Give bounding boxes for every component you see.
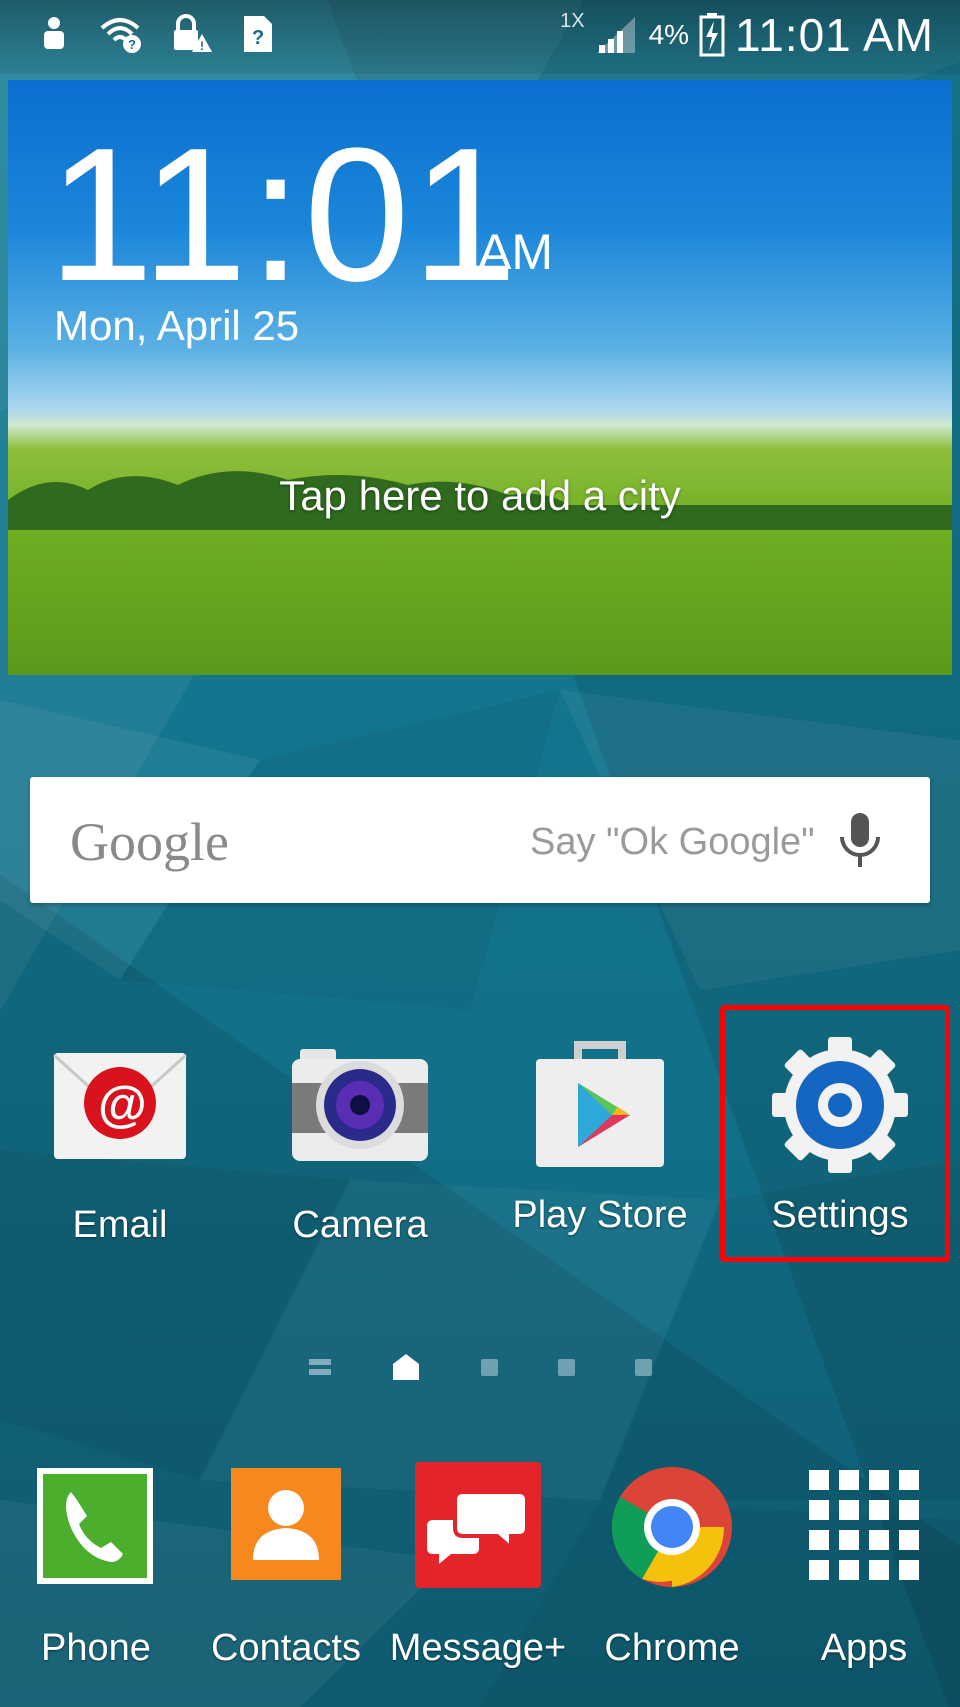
- svg-text:@: @: [98, 1076, 147, 1132]
- lock-warning-icon: !: [174, 14, 212, 53]
- signal-icon: [596, 17, 635, 53]
- page-indicator: [0, 1352, 960, 1382]
- chrome-icon: [611, 1467, 732, 1587]
- app-label: Play Store: [512, 1194, 688, 1236]
- sim-help-icon: ?: [244, 16, 272, 52]
- app-email[interactable]: @ Email: [20, 1045, 220, 1247]
- dock-label: Apps: [820, 1627, 908, 1669]
- settings-highlight-box: [720, 1005, 950, 1262]
- dock-contacts[interactable]: Contacts: [196, 1462, 376, 1670]
- message-icon: [415, 1462, 541, 1588]
- dock-label: Chrome: [604, 1627, 740, 1669]
- wifi-help-icon: ?: [100, 18, 141, 53]
- camera-icon: [292, 1049, 428, 1161]
- widget-time: 11:01: [48, 109, 520, 321]
- battery-percent: 4%: [648, 19, 690, 50]
- app-camera[interactable]: Camera: [260, 1045, 460, 1247]
- widget-date: Mon, April 25: [54, 302, 300, 349]
- app-play-store[interactable]: Play Store: [500, 1035, 700, 1237]
- apps-grid-icon: [809, 1470, 919, 1580]
- dock-chrome[interactable]: Chrome: [582, 1462, 762, 1670]
- page-dot[interactable]: [557, 1358, 575, 1376]
- app-label: Camera: [292, 1204, 428, 1246]
- email-icon: @: [52, 1053, 188, 1159]
- home-page-icon[interactable]: [391, 1352, 421, 1382]
- dock-phone[interactable]: Phone: [6, 1462, 186, 1670]
- person-icon: [44, 17, 64, 49]
- network-type: 1X: [560, 9, 585, 32]
- dock-message[interactable]: Message+: [388, 1462, 568, 1670]
- play-store-icon: [536, 1041, 664, 1167]
- pages-overview-icon[interactable]: [308, 1357, 331, 1377]
- widget-ampm: AM: [478, 224, 553, 280]
- battery-charging-icon: [699, 13, 725, 57]
- dock-label: Message+: [389, 1627, 567, 1669]
- dock-label: Contacts: [211, 1627, 361, 1669]
- ok-google-hint: Say "Ok Google": [530, 821, 815, 863]
- dock-apps[interactable]: Apps: [774, 1462, 954, 1670]
- svg-text:?: ?: [128, 37, 136, 52]
- svg-text:?: ?: [252, 27, 264, 49]
- phone-icon: [37, 1468, 153, 1584]
- add-city-prompt[interactable]: Tap here to add a city: [8, 472, 952, 520]
- contacts-icon: [231, 1468, 341, 1580]
- microphone-icon[interactable]: [830, 807, 890, 873]
- svg-text:!: !: [200, 39, 204, 53]
- status-bar: ? ! ? 1X 4% 11:01 AM: [0, 0, 960, 74]
- dock-label: Phone: [41, 1627, 151, 1669]
- page-dot[interactable]: [634, 1358, 652, 1376]
- app-label: Email: [72, 1204, 168, 1246]
- google-logo: Google: [70, 812, 229, 872]
- status-time: 11:01 AM: [735, 9, 934, 61]
- page-dot[interactable]: [480, 1358, 498, 1376]
- clock-weather-widget[interactable]: 11:01 AM Mon, April 25 Tap here to add a…: [8, 80, 952, 675]
- google-search-bar[interactable]: Google Say "Ok Google": [30, 777, 930, 903]
